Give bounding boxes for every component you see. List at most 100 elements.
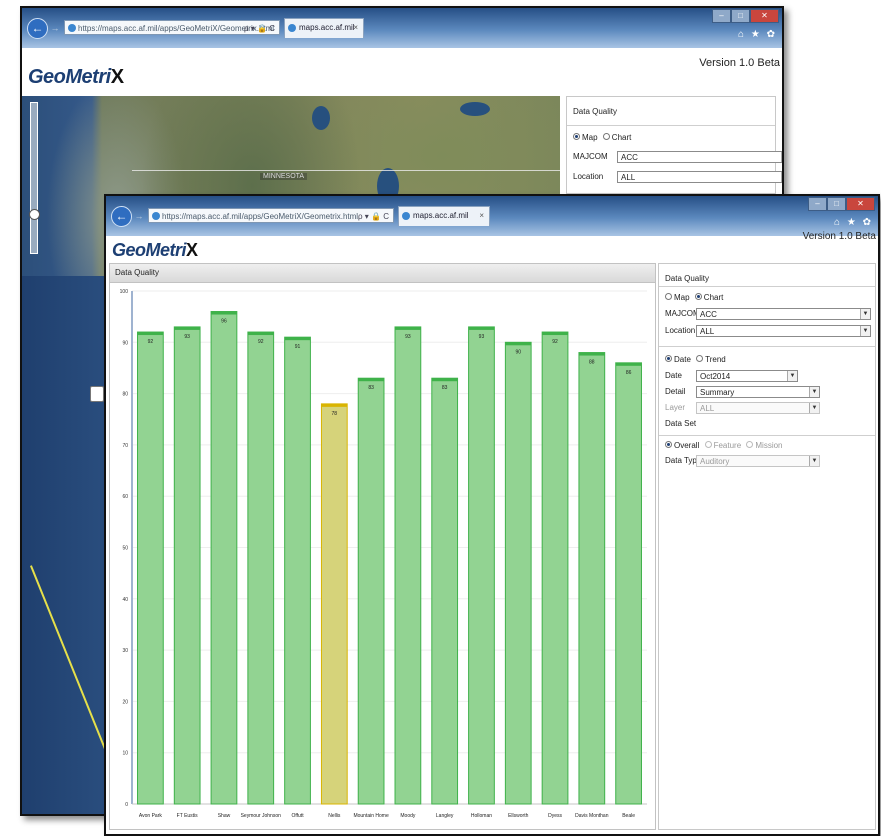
radio-overall[interactable] xyxy=(665,441,672,449)
radio-date[interactable] xyxy=(665,355,672,363)
radio-feature[interactable] xyxy=(704,441,712,449)
minimize-button[interactable]: – xyxy=(808,197,827,211)
front-browser-window: ← → https://maps.acc.af.mil/apps/GeoMetr… xyxy=(104,194,880,836)
mode-radio-group: Date Trend xyxy=(665,353,726,367)
maximize-button[interactable]: □ xyxy=(827,197,846,211)
browser-tab[interactable]: maps.acc.af.mil × xyxy=(284,18,364,38)
ie-icon xyxy=(68,24,76,32)
bar-value-label: 90 xyxy=(515,349,521,355)
browser-tab[interactable]: maps.acc.af.mil × xyxy=(398,206,490,226)
x-tick-label: Moody xyxy=(400,813,416,819)
location-row: Location xyxy=(665,324,698,338)
dataset-row: Data Set xyxy=(665,417,698,431)
tab-title: maps.acc.af.mil xyxy=(299,23,355,32)
radio-chart-label: Chart xyxy=(703,293,724,302)
chart-bar xyxy=(578,352,606,805)
detail-value: Summary xyxy=(700,388,735,397)
detail-select[interactable]: Summary ▼ xyxy=(696,386,820,398)
x-tick-label: Dyess xyxy=(548,813,562,819)
majcom-value: ACC xyxy=(700,310,717,319)
chart-bar-cap xyxy=(247,332,274,336)
bar-value-label: 88 xyxy=(589,360,595,366)
radio-trend-label: Trend xyxy=(705,355,726,364)
close-button[interactable]: ✕ xyxy=(750,9,779,23)
forward-arrow-icon[interactable]: → xyxy=(133,210,145,222)
radio-chart[interactable] xyxy=(602,133,610,141)
logo-mark: X xyxy=(110,66,124,88)
date-select[interactable]: Oct2014 ▼ xyxy=(696,370,798,382)
close-button[interactable]: ✕ xyxy=(846,197,875,211)
forward-arrow-icon[interactable]: → xyxy=(49,22,61,34)
address-tools[interactable]: ρ ▾ 🔒 C xyxy=(244,21,275,34)
location-select[interactable]: ALL ▼ xyxy=(696,325,871,337)
chart-bar-cap xyxy=(505,342,532,346)
address-bar[interactable]: https://maps.acc.af.mil/apps/GeoMetriX/G… xyxy=(148,208,394,223)
radio-map[interactable] xyxy=(665,293,672,301)
location-row: Location xyxy=(573,170,606,184)
location-value: ALL xyxy=(700,327,715,336)
x-tick-label: Davis Monthan xyxy=(575,813,609,819)
x-tick-label: Offutt xyxy=(291,813,304,819)
location-select[interactable]: ALL ▼ xyxy=(617,171,782,183)
tab-title: maps.acc.af.mil xyxy=(413,211,469,220)
layer-label: Layer xyxy=(665,403,686,412)
chart-bar xyxy=(210,311,238,805)
x-tick-label: Avon Park xyxy=(139,813,162,819)
y-tick-label: 70 xyxy=(122,443,128,449)
chart-bar-cap xyxy=(358,378,384,382)
y-tick-label: 90 xyxy=(122,340,128,346)
chart-bar-cap xyxy=(578,352,605,356)
panel-title: Data Quality xyxy=(573,107,618,116)
zoom-handle[interactable] xyxy=(29,209,40,220)
ie-icon xyxy=(152,212,160,220)
data-quality-chart: 0 10 20 30 40 50 60 70 80 90 100 92 Avon Park 93 FT Eu… xyxy=(120,289,647,819)
tab-close-icon[interactable]: × xyxy=(353,19,358,37)
y-tick-label: 0 xyxy=(125,802,128,808)
address-tools[interactable]: ρ ▾ 🔒 C xyxy=(358,209,389,222)
maximize-button[interactable]: □ xyxy=(731,9,750,23)
window-controls: – □ ✕ xyxy=(712,9,779,23)
map-border-line xyxy=(132,170,560,171)
chart-panel: Data Quality 0 10 20 30 40 50 60 70 80 90 100 92 Avo… xyxy=(109,263,656,830)
back-arrow-icon[interactable]: ← xyxy=(111,206,132,227)
y-tick-label: 100 xyxy=(120,289,129,295)
radio-chart[interactable] xyxy=(694,293,702,301)
chart-bar xyxy=(394,326,422,805)
scope-radio-group: Overall Feature Mission xyxy=(665,439,783,453)
view-radio-group: Map Chart xyxy=(665,291,723,305)
ie-toolbar-icons[interactable]: ⌂ ★ ✿ xyxy=(738,29,777,40)
radio-feature-label: Feature xyxy=(713,441,742,450)
radio-map[interactable] xyxy=(573,133,580,141)
bar-value-label: 91 xyxy=(295,344,301,350)
chart-bar-cap xyxy=(431,378,458,382)
address-bar[interactable]: https://maps.acc.af.mil/apps/GeoMetriX/G… xyxy=(64,20,280,35)
majcom-select[interactable]: ACC ▼ xyxy=(617,151,782,163)
ie-icon xyxy=(402,212,410,220)
radio-mission[interactable] xyxy=(746,441,754,449)
majcom-select[interactable]: ACC ▼ xyxy=(696,308,871,320)
datatype-select[interactable]: Auditory ▼ xyxy=(696,455,820,467)
radio-trend[interactable] xyxy=(696,355,704,363)
map-marker-icon[interactable] xyxy=(90,386,104,402)
date-value: Oct2014 xyxy=(700,372,731,381)
y-tick-label: 40 xyxy=(122,597,128,603)
panel-divider xyxy=(659,435,875,436)
back-arrow-icon[interactable]: ← xyxy=(27,18,48,39)
bar-value-label: 83 xyxy=(368,385,374,391)
map-lake xyxy=(312,106,330,130)
chart-bar xyxy=(504,341,532,805)
y-tick-label: 30 xyxy=(122,648,128,654)
zoom-slider[interactable] xyxy=(30,102,38,254)
chart-bar xyxy=(357,377,385,805)
app-logo: GeoMetriX xyxy=(28,66,124,89)
chart-bar-cap xyxy=(284,337,311,341)
browser-titlebar: ← → https://maps.acc.af.mil/apps/GeoMetr… xyxy=(22,8,782,48)
chart-bar-cap xyxy=(542,332,568,336)
tab-close-icon[interactable]: × xyxy=(479,207,484,225)
ie-toolbar-icons[interactable]: ⌂ ★ ✿ xyxy=(834,217,873,228)
majcom-label: MAJCOM xyxy=(665,309,700,318)
minimize-button[interactable]: – xyxy=(712,9,731,23)
y-tick-label: 10 xyxy=(122,751,128,757)
layer-select[interactable]: ALL ▼ xyxy=(696,402,820,414)
back-side-panel: Data Quality Map Chart MAJCOM ACC ▼ Locat… xyxy=(566,96,782,194)
